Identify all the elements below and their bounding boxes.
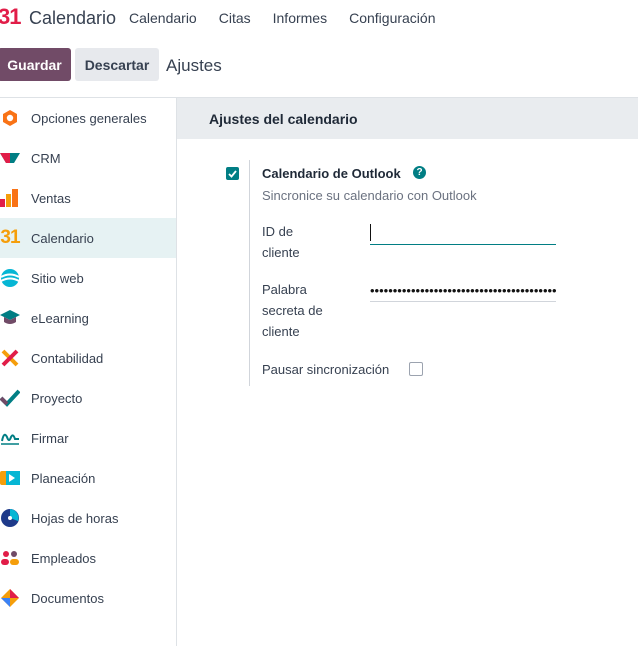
settings-sidebar: Opciones generales CRM Ventas 31 Calenda… xyxy=(0,98,177,646)
menu-calendario[interactable]: Calendario xyxy=(129,10,197,26)
sign-icon xyxy=(0,428,20,448)
sidebar-item-contabilidad[interactable]: Contabilidad xyxy=(0,338,176,378)
sidebar-item-elearning[interactable]: eLearning xyxy=(0,298,176,338)
sidebar-item-label: Documentos xyxy=(31,590,104,606)
sidebar-item-label: Proyecto xyxy=(31,390,83,406)
section-title: Ajustes del calendario xyxy=(209,111,358,127)
sidebar-item-opciones-generales[interactable]: Opciones generales xyxy=(0,98,176,138)
discard-button[interactable]: Descartar xyxy=(75,48,159,81)
sidebar-item-hojas-de-horas[interactable]: Hojas de horas xyxy=(0,498,176,538)
client-id-label-line: ID de xyxy=(262,224,294,239)
app-name[interactable]: Calendario xyxy=(29,8,116,29)
client-secret-label: Palabra secreta de cliente xyxy=(262,279,323,342)
menu-configuracion[interactable]: Configuración xyxy=(349,10,435,26)
sidebar-item-documentos[interactable]: Documentos xyxy=(0,578,176,618)
sidebar-item-label: Planeación xyxy=(31,470,96,486)
project-icon xyxy=(0,388,20,408)
sidebar-item-label: Opciones generales xyxy=(31,110,147,126)
save-button[interactable]: Guardar xyxy=(0,48,71,81)
sidebar-item-firmar[interactable]: Firmar xyxy=(0,418,176,458)
client-secret-input[interactable]: ••••••••••••••••••••••••••••••••••••••••… xyxy=(370,283,556,302)
sidebar-item-ventas[interactable]: Ventas xyxy=(0,178,176,218)
checkmark-icon xyxy=(228,169,237,178)
sidebar-item-sitio-web[interactable]: Sitio web xyxy=(0,258,176,298)
client-secret-label-line: cliente xyxy=(262,324,300,339)
elearning-icon xyxy=(0,308,20,328)
main-menu: Calendario Citas Informes Configuración xyxy=(129,10,457,26)
sidebar-item-label: eLearning xyxy=(31,310,89,326)
website-icon xyxy=(0,268,20,288)
documents-icon xyxy=(0,588,20,608)
general-settings-icon xyxy=(0,108,20,128)
planning-icon xyxy=(0,468,20,488)
pause-sync-label: Pausar sincronización xyxy=(262,362,390,377)
sidebar-item-label: Hojas de horas xyxy=(31,510,119,526)
client-id-input[interactable] xyxy=(370,224,556,245)
setting-description: Sincronice su calendario con Outlook xyxy=(262,188,477,203)
sidebar-item-calendario[interactable]: 31 Calendario xyxy=(0,218,176,258)
crm-icon xyxy=(0,148,20,168)
calendar-icon: 31 xyxy=(0,227,20,248)
sidebar-item-label: Calendario xyxy=(31,230,94,246)
accounting-icon xyxy=(0,348,20,368)
menu-informes[interactable]: Informes xyxy=(273,10,327,26)
client-id-label: ID de cliente xyxy=(262,221,300,263)
sidebar-item-crm[interactable]: CRM xyxy=(0,138,176,178)
menu-citas[interactable]: Citas xyxy=(219,10,251,26)
setting-divider xyxy=(249,160,250,386)
sidebar-item-label: CRM xyxy=(31,150,61,166)
calendar-app-logo-icon[interactable]: 31 xyxy=(0,4,22,30)
breadcrumb: Ajustes xyxy=(166,56,222,75)
client-secret-label-line: Palabra xyxy=(262,282,307,297)
help-icon[interactable]: ? xyxy=(413,166,426,179)
employees-icon xyxy=(0,548,20,568)
sidebar-item-label: Ventas xyxy=(31,190,71,206)
sidebar-item-proyecto[interactable]: Proyecto xyxy=(0,378,176,418)
outlook-calendar-checkbox[interactable] xyxy=(226,167,239,180)
setting-title: Calendario de Outlook xyxy=(262,166,401,181)
sales-icon xyxy=(0,188,20,208)
timesheets-icon xyxy=(0,508,20,528)
sidebar-item-empleados[interactable]: Empleados xyxy=(0,538,176,578)
sidebar-item-planeacion[interactable]: Planeación xyxy=(0,458,176,498)
pause-sync-checkbox[interactable] xyxy=(409,362,423,376)
sidebar-item-label: Firmar xyxy=(31,430,69,446)
client-id-label-line: cliente xyxy=(262,245,300,260)
top-navbar: 31 Calendario Calendario Citas Informes … xyxy=(0,0,638,36)
client-secret-label-line: secreta de xyxy=(262,303,323,318)
sidebar-item-label: Sitio web xyxy=(31,270,84,286)
text-cursor xyxy=(370,224,371,241)
sidebar-item-label: Empleados xyxy=(31,550,97,566)
sidebar-item-label: Contabilidad xyxy=(31,350,104,366)
